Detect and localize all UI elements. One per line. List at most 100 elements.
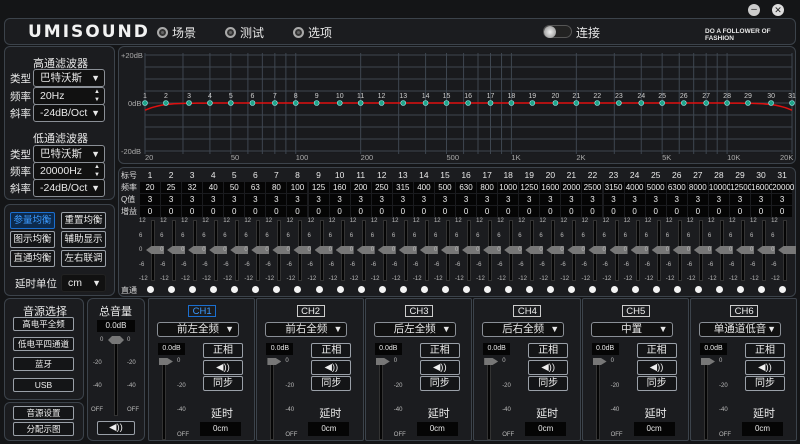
freq-cell[interactable]: 63 xyxy=(245,182,266,193)
gain-cell[interactable]: 0 xyxy=(329,206,350,217)
freq-cell[interactable]: 2000 xyxy=(561,182,582,193)
eq-point[interactable] xyxy=(207,100,213,106)
eq-point[interactable] xyxy=(249,100,256,106)
freq-cell[interactable]: 20000 xyxy=(772,182,794,193)
q-cell[interactable]: 3 xyxy=(708,194,729,205)
gain-cell[interactable]: 0 xyxy=(392,206,413,217)
channel-label[interactable]: CH4 xyxy=(513,305,542,317)
q-cell[interactable]: 3 xyxy=(161,194,182,205)
eq-point[interactable] xyxy=(681,100,687,106)
freq-cell[interactable]: 4000 xyxy=(624,182,645,193)
bypass-radio[interactable] xyxy=(463,286,471,293)
eq-point[interactable] xyxy=(638,100,645,106)
freq-cell[interactable]: 2500 xyxy=(582,182,603,193)
channel-mute-button[interactable]: ◀)) xyxy=(528,360,569,375)
freq-cell[interactable]: 1250 xyxy=(519,182,540,193)
eq-point[interactable] xyxy=(228,100,234,106)
bypass-radio[interactable] xyxy=(315,286,323,293)
q-cell[interactable]: 3 xyxy=(245,194,266,205)
channel-mute-button[interactable]: ◀)) xyxy=(419,360,460,375)
gain-cell[interactable]: 0 xyxy=(666,206,687,217)
sync-button[interactable]: 同步 xyxy=(636,376,677,391)
freq-cell[interactable]: 80 xyxy=(266,182,287,193)
freq-cell[interactable]: 500 xyxy=(434,182,455,193)
channel-assign-select[interactable]: 后右全频 ▼ xyxy=(482,322,565,337)
q-cell[interactable]: 3 xyxy=(456,194,477,205)
phase-button[interactable]: 正相 xyxy=(419,343,460,358)
q-cell[interactable]: 3 xyxy=(371,194,392,205)
bypass-radio[interactable] xyxy=(420,286,428,293)
sync-button[interactable]: 同步 xyxy=(419,376,460,391)
gain-cell[interactable]: 0 xyxy=(182,206,203,217)
freq-cell[interactable]: 6300 xyxy=(666,182,687,193)
bypass-radio[interactable] xyxy=(441,286,449,293)
source-usb-button[interactable]: USB xyxy=(13,378,74,392)
channel-mute-button[interactable]: ◀)) xyxy=(745,360,785,375)
freq-cell[interactable]: 20 xyxy=(140,182,160,193)
freq-cell[interactable]: 25 xyxy=(161,182,182,193)
gain-cell[interactable]: 0 xyxy=(456,206,477,217)
q-cell[interactable]: 3 xyxy=(772,194,793,205)
q-cell[interactable]: 3 xyxy=(140,194,160,205)
freq-cell[interactable]: 32 xyxy=(182,182,203,193)
gain-cell[interactable]: 0 xyxy=(161,206,182,217)
freq-cell[interactable]: 3150 xyxy=(603,182,624,193)
channel-label[interactable]: CH5 xyxy=(621,305,650,317)
aux-display-button[interactable]: 辅助显示 xyxy=(61,231,106,248)
phase-button[interactable]: 正相 xyxy=(311,343,352,358)
q-cell[interactable]: 3 xyxy=(434,194,455,205)
gain-cell[interactable]: 0 xyxy=(140,206,160,217)
q-cell[interactable]: 3 xyxy=(308,194,329,205)
channel-label[interactable]: CH2 xyxy=(296,305,325,317)
master-mute-button[interactable]: ◀)) xyxy=(97,421,135,435)
q-cell[interactable]: 3 xyxy=(582,194,603,205)
q-cell[interactable]: 3 xyxy=(666,194,687,205)
q-cell[interactable]: 3 xyxy=(519,194,540,205)
gain-cell[interactable]: 0 xyxy=(519,206,540,217)
eq-point[interactable] xyxy=(724,100,730,106)
gain-cell[interactable]: 0 xyxy=(245,206,266,217)
gain-cell[interactable]: 0 xyxy=(224,206,245,217)
gain-cell[interactable]: 0 xyxy=(350,206,371,217)
phase-button[interactable]: 正相 xyxy=(528,343,569,358)
gain-cell[interactable]: 0 xyxy=(729,206,750,217)
channel-volume-track[interactable] xyxy=(704,358,708,440)
q-cell[interactable]: 3 xyxy=(751,194,772,205)
eq-param-button[interactable]: 参量均衡 xyxy=(10,212,55,229)
channel-label[interactable]: CH6 xyxy=(730,305,759,317)
q-cell[interactable]: 3 xyxy=(266,194,287,205)
lp-slope-select[interactable]: -24dB/Oct ▼ xyxy=(33,179,105,197)
freq-cell[interactable]: 50 xyxy=(224,182,245,193)
gain-cell[interactable]: 0 xyxy=(708,206,729,217)
q-cell[interactable]: 3 xyxy=(729,194,750,205)
delay-input[interactable]: 0cm xyxy=(633,422,675,436)
freq-cell[interactable]: 200 xyxy=(350,182,371,193)
eq-response-graph[interactable]: 1 2 3 4 5 6 7 8 9 10 11 12 13 14 15 16 17 18 19 20 21 22 23 24 2… xyxy=(0,0,800,170)
gain-cell[interactable]: 0 xyxy=(266,206,287,217)
eq-point[interactable] xyxy=(465,100,471,106)
bypass-radio[interactable] xyxy=(610,286,618,293)
freq-cell[interactable]: 8000 xyxy=(687,182,708,193)
freq-cell[interactable]: 5000 xyxy=(645,182,666,193)
freq-cell[interactable]: 16000 xyxy=(751,182,773,193)
bypass-radio[interactable] xyxy=(399,286,407,293)
eq-point[interactable] xyxy=(313,100,320,106)
eq-point[interactable] xyxy=(616,100,622,106)
lr-link-button[interactable]: 左右联调 xyxy=(61,250,106,267)
eq-point[interactable] xyxy=(336,100,343,106)
gain-cell[interactable]: 0 xyxy=(371,206,392,217)
q-cell[interactable]: 3 xyxy=(182,194,203,205)
phase-button[interactable]: 正相 xyxy=(745,343,785,358)
channel-assign-select[interactable]: 后左全频 ▼ xyxy=(373,322,456,337)
freq-cell[interactable]: 1000 xyxy=(498,182,519,193)
gain-cell[interactable]: 0 xyxy=(540,206,561,217)
gain-cell[interactable]: 0 xyxy=(498,206,519,217)
freq-cell[interactable]: 40 xyxy=(203,182,224,193)
gain-cell[interactable]: 0 xyxy=(645,206,666,217)
eq-graphic-button[interactable]: 图示均衡 xyxy=(10,231,55,248)
eq-reset-button[interactable]: 重置均衡 xyxy=(61,212,106,229)
eq-point[interactable] xyxy=(272,100,278,106)
eq-point[interactable] xyxy=(659,100,665,106)
delay-input[interactable]: 0cm xyxy=(525,422,567,436)
freq-cell[interactable]: 630 xyxy=(456,182,477,193)
